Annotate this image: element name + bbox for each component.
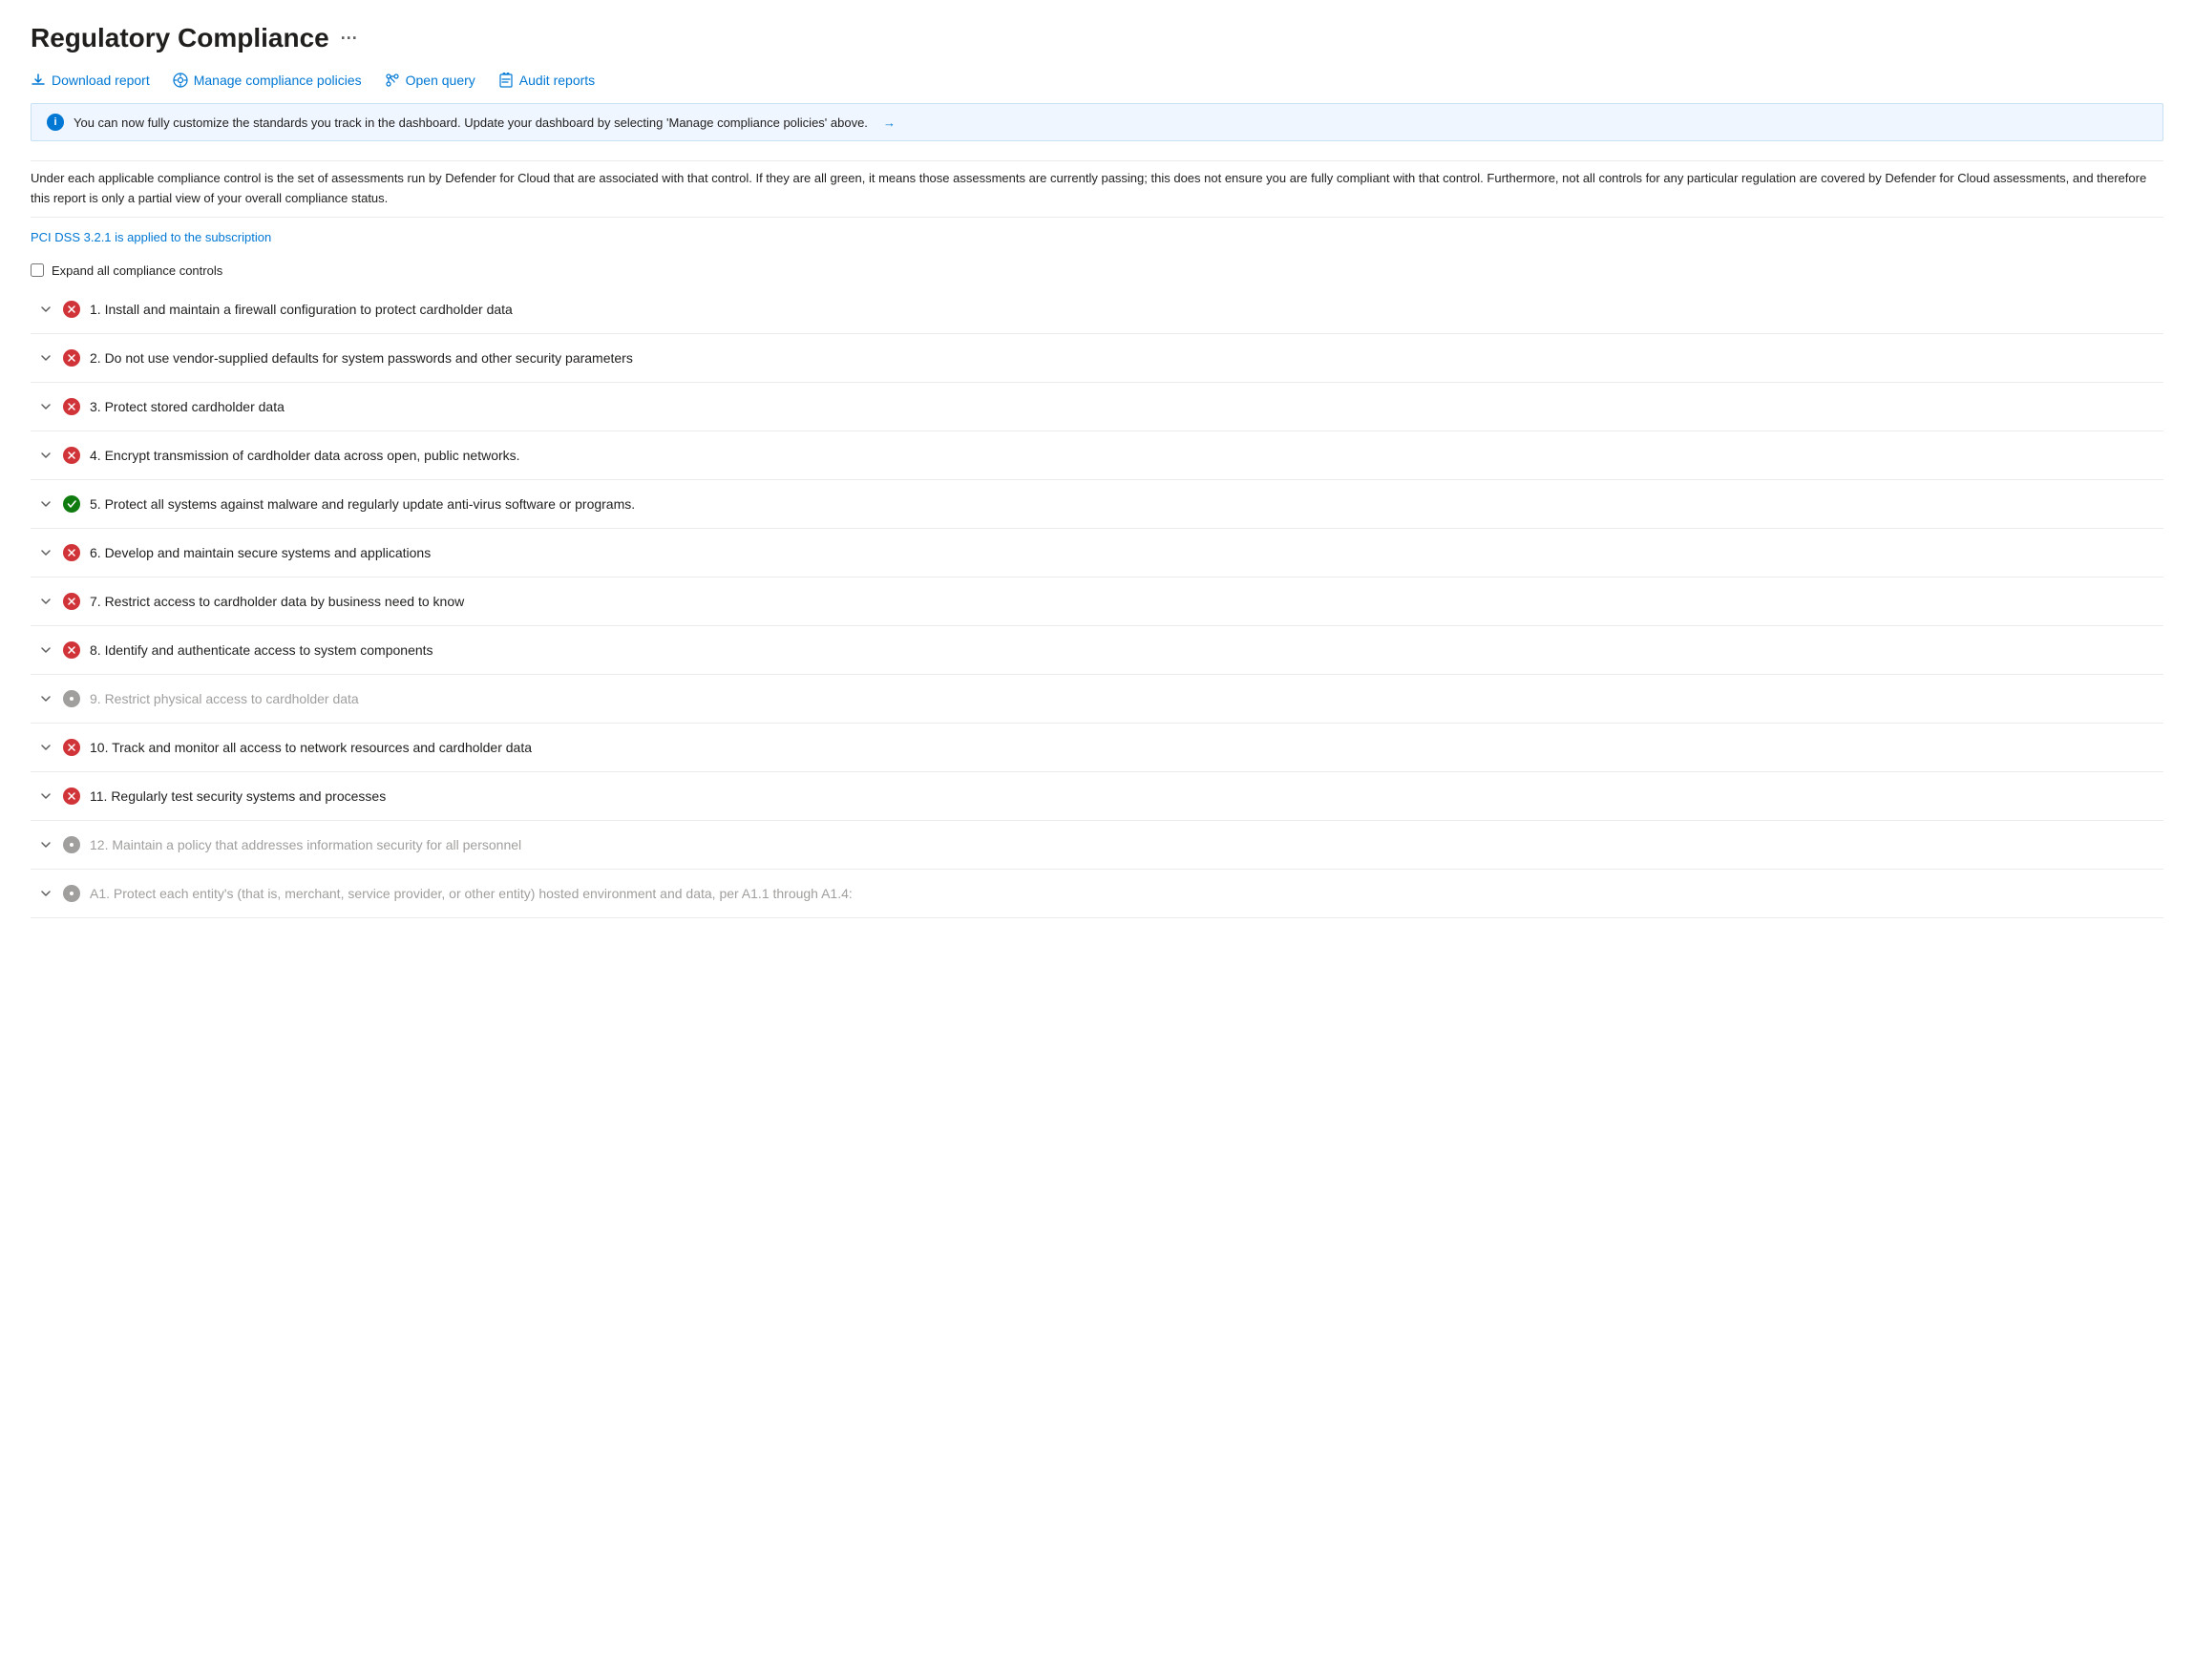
compliance-row[interactable]: 3. Protect stored cardholder data <box>31 383 2163 430</box>
compliance-label: 7. Restrict access to cardholder data by… <box>90 594 464 609</box>
compliance-item: 5. Protect all systems against malware a… <box>31 480 2163 529</box>
status-icon <box>63 398 80 415</box>
compliance-item: 6. Develop and maintain secure systems a… <box>31 529 2163 578</box>
chevron-down-icon <box>38 790 53 802</box>
toolbar: Download report Manage compliance polici… <box>31 73 2163 88</box>
compliance-label: 5. Protect all systems against malware a… <box>90 496 635 512</box>
status-icon <box>63 885 80 902</box>
expand-all-checkbox[interactable] <box>31 263 44 277</box>
compliance-row[interactable]: 7. Restrict access to cardholder data by… <box>31 578 2163 625</box>
audit-reports-label: Audit reports <box>519 73 595 88</box>
compliance-item: 4. Encrypt transmission of cardholder da… <box>31 431 2163 480</box>
page-title: Regulatory Compliance <box>31 23 329 53</box>
download-report-label: Download report <box>52 73 150 88</box>
compliance-row[interactable]: 12. Maintain a policy that addresses inf… <box>31 821 2163 869</box>
chevron-down-icon <box>38 742 53 753</box>
expand-all-label: Expand all compliance controls <box>52 263 222 278</box>
compliance-label: 2. Do not use vendor-supplied defaults f… <box>90 350 633 366</box>
expand-all-row: Expand all compliance controls <box>31 263 2163 278</box>
compliance-label: 11. Regularly test security systems and … <box>90 788 386 804</box>
compliance-row[interactable]: 9. Restrict physical access to cardholde… <box>31 675 2163 723</box>
status-icon <box>63 836 80 853</box>
compliance-label: 12. Maintain a policy that addresses inf… <box>90 837 521 852</box>
compliance-label: 10. Track and monitor all access to netw… <box>90 740 532 755</box>
compliance-row[interactable]: 4. Encrypt transmission of cardholder da… <box>31 431 2163 479</box>
compliance-row[interactable]: 5. Protect all systems against malware a… <box>31 480 2163 528</box>
compliance-list: 1. Install and maintain a firewall confi… <box>31 285 2163 918</box>
settings-circle-icon <box>173 73 188 88</box>
description-block: Under each applicable compliance control… <box>31 160 2163 218</box>
compliance-row[interactable]: 6. Develop and maintain secure systems a… <box>31 529 2163 577</box>
status-icon <box>63 349 80 367</box>
compliance-item: 10. Track and monitor all access to netw… <box>31 724 2163 772</box>
compliance-item: 3. Protect stored cardholder data <box>31 383 2163 431</box>
compliance-label: A1. Protect each entity's (that is, merc… <box>90 886 853 901</box>
status-icon <box>63 690 80 707</box>
compliance-label: 4. Encrypt transmission of cardholder da… <box>90 448 520 463</box>
status-icon <box>63 447 80 464</box>
status-icon <box>63 739 80 756</box>
status-icon <box>63 788 80 805</box>
compliance-item: 1. Install and maintain a firewall confi… <box>31 285 2163 334</box>
status-icon <box>63 301 80 318</box>
compliance-item: 2. Do not use vendor-supplied defaults f… <box>31 334 2163 383</box>
clipboard-icon <box>498 73 514 88</box>
info-icon: i <box>47 114 64 131</box>
info-banner: i You can now fully customize the standa… <box>31 103 2163 141</box>
chevron-down-icon <box>38 450 53 461</box>
status-icon <box>63 495 80 513</box>
compliance-item: 8. Identify and authenticate access to s… <box>31 626 2163 675</box>
chevron-down-icon <box>38 693 53 704</box>
chevron-down-icon <box>38 401 53 412</box>
branch-icon <box>385 73 400 88</box>
compliance-label: 3. Protect stored cardholder data <box>90 399 285 414</box>
manage-policies-button[interactable]: Manage compliance policies <box>173 73 362 88</box>
description-text: Under each applicable compliance control… <box>31 171 2146 205</box>
compliance-label: 9. Restrict physical access to cardholde… <box>90 691 359 706</box>
open-query-label: Open query <box>406 73 475 88</box>
chevron-down-icon <box>38 352 53 364</box>
chevron-down-icon <box>38 304 53 315</box>
compliance-row[interactable]: 2. Do not use vendor-supplied defaults f… <box>31 334 2163 382</box>
compliance-label: 8. Identify and authenticate access to s… <box>90 642 433 658</box>
download-report-button[interactable]: Download report <box>31 73 150 88</box>
chevron-down-icon <box>38 839 53 850</box>
more-options-icon[interactable]: ··· <box>341 29 358 49</box>
status-icon <box>63 593 80 610</box>
info-banner-text: You can now fully customize the standard… <box>74 116 868 130</box>
compliance-label: 6. Develop and maintain secure systems a… <box>90 545 431 560</box>
compliance-item: A1. Protect each entity's (that is, merc… <box>31 870 2163 918</box>
compliance-item: 7. Restrict access to cardholder data by… <box>31 578 2163 626</box>
chevron-down-icon <box>38 547 53 558</box>
compliance-row[interactable]: 10. Track and monitor all access to netw… <box>31 724 2163 771</box>
open-query-button[interactable]: Open query <box>385 73 475 88</box>
audit-reports-button[interactable]: Audit reports <box>498 73 595 88</box>
page-title-row: Regulatory Compliance ··· <box>31 23 2163 53</box>
chevron-down-icon <box>38 644 53 656</box>
chevron-down-icon <box>38 888 53 899</box>
download-icon <box>31 73 46 88</box>
pci-link[interactable]: PCI DSS 3.2.1 is applied to the subscrip… <box>31 230 271 244</box>
status-icon <box>63 641 80 659</box>
status-icon <box>63 544 80 561</box>
compliance-item: 11. Regularly test security systems and … <box>31 772 2163 821</box>
manage-policies-label: Manage compliance policies <box>194 73 362 88</box>
compliance-row[interactable]: 11. Regularly test security systems and … <box>31 772 2163 820</box>
compliance-item: 9. Restrict physical access to cardholde… <box>31 675 2163 724</box>
info-banner-arrow[interactable]: → <box>883 116 896 130</box>
compliance-label: 1. Install and maintain a firewall confi… <box>90 302 513 317</box>
chevron-down-icon <box>38 596 53 607</box>
compliance-row[interactable]: 8. Identify and authenticate access to s… <box>31 626 2163 674</box>
compliance-row[interactable]: A1. Protect each entity's (that is, merc… <box>31 870 2163 917</box>
compliance-row[interactable]: 1. Install and maintain a firewall confi… <box>31 285 2163 333</box>
chevron-down-icon <box>38 498 53 510</box>
compliance-item: 12. Maintain a policy that addresses inf… <box>31 821 2163 870</box>
